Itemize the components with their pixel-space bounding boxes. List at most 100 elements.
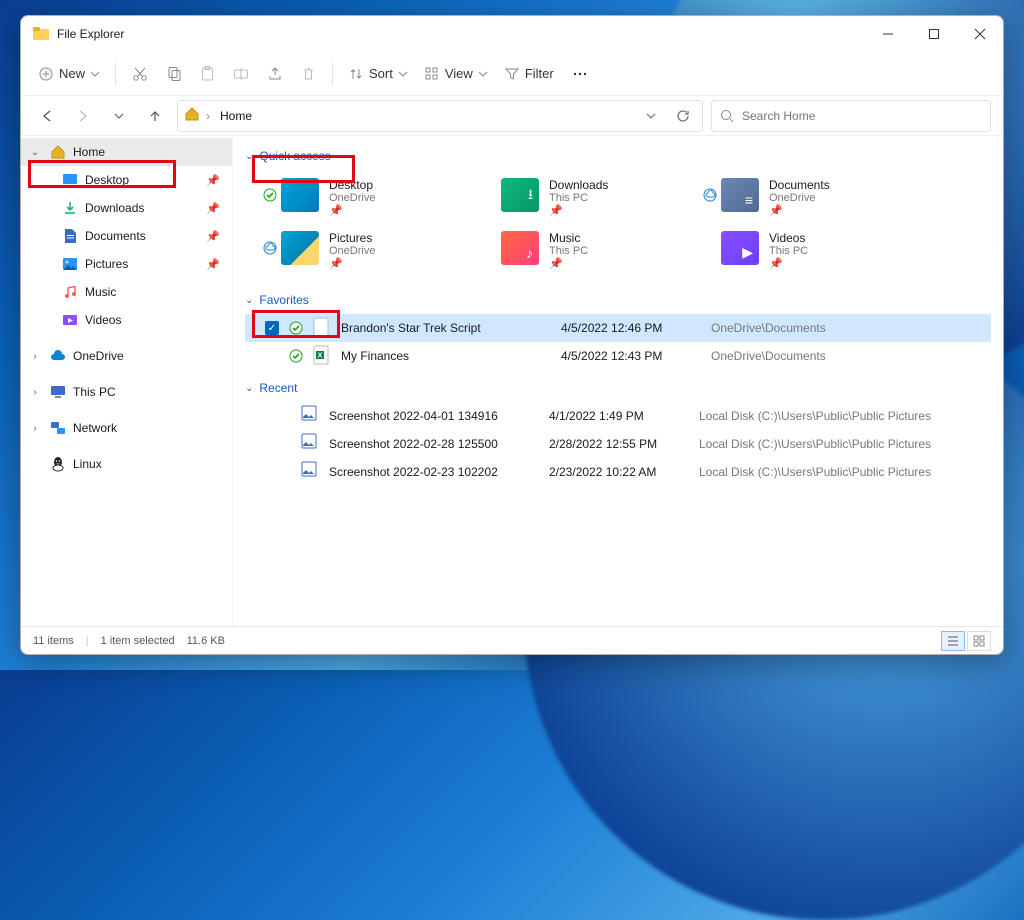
toolbar: New Sort View Filter xyxy=(21,52,1003,96)
more-button[interactable] xyxy=(564,58,596,90)
sidebar-item-desktop[interactable]: Desktop 📌 xyxy=(21,166,232,194)
favorite-row[interactable]: ✓ Brandon's Star Trek Script 4/5/2022 12… xyxy=(245,314,991,342)
chevron-down-icon: ⌄ xyxy=(245,151,253,162)
chevron-down-icon xyxy=(91,70,99,78)
pin-icon: 📌 xyxy=(329,257,375,270)
sidebar-item-videos[interactable]: Videos xyxy=(21,306,232,334)
qa-item-downloads[interactable]: ⭳ Downloads This PC 📌 xyxy=(501,178,701,217)
filter-label: Filter xyxy=(525,66,554,81)
file-name: Brandon's Star Trek Script xyxy=(341,321,551,335)
navigation-bar: › Home xyxy=(21,96,1003,136)
section-label: Favorites xyxy=(259,293,308,307)
file-location: Local Disk (C:)\Users\Public\Public Pict… xyxy=(699,437,931,451)
breadcrumb-home[interactable]: Home xyxy=(216,109,256,123)
recent-row[interactable]: Screenshot 2022-02-28 125500 2/28/2022 1… xyxy=(245,430,991,458)
folder-icon: ▶ xyxy=(721,231,759,265)
section-favorites[interactable]: ⌄ Favorites xyxy=(245,286,991,314)
file-name: My Finances xyxy=(341,349,551,363)
sidebar-item-home[interactable]: ⌄ Home xyxy=(21,138,232,166)
pin-icon: 📌 xyxy=(549,204,608,217)
sidebar-item-linux[interactable]: Linux xyxy=(21,450,232,478)
chevron-down-icon: ⌄ xyxy=(245,383,253,394)
forward-button[interactable] xyxy=(69,102,97,130)
file-date: 4/1/2022 1:49 PM xyxy=(549,409,689,423)
address-history-button[interactable] xyxy=(638,103,664,129)
sidebar-item-thispc[interactable]: › This PC xyxy=(21,378,232,406)
search-box[interactable] xyxy=(711,100,991,132)
status-item-count: 11 items xyxy=(33,635,74,647)
sidebar-item-label: Network xyxy=(73,421,117,435)
home-icon xyxy=(49,143,67,161)
cut-button[interactable] xyxy=(124,58,156,90)
qa-item-videos[interactable]: ▶ Videos This PC 📌 xyxy=(721,231,921,270)
sidebar-item-label: OneDrive xyxy=(73,349,124,363)
delete-button[interactable] xyxy=(293,58,324,90)
file-date: 2/28/2022 12:55 PM xyxy=(549,437,689,451)
minimize-button[interactable] xyxy=(865,16,911,52)
favorite-row[interactable]: X My Finances 4/5/2022 12:43 PM OneDrive… xyxy=(245,342,991,370)
file-name: Screenshot 2022-02-28 125500 xyxy=(329,437,539,451)
folder-icon xyxy=(281,178,319,212)
videos-icon xyxy=(61,311,79,329)
qa-location: OneDrive xyxy=(769,192,830,204)
qa-item-documents[interactable]: ≡ Documents OneDrive 📌 xyxy=(721,178,921,217)
cloud-icon xyxy=(49,347,67,365)
thumbnails-view-button[interactable] xyxy=(967,631,991,651)
filter-button[interactable]: Filter xyxy=(497,58,562,90)
crumb-separator: › xyxy=(206,109,210,123)
maximize-button[interactable] xyxy=(911,16,957,52)
rename-icon xyxy=(233,66,249,82)
sidebar-item-label: Desktop xyxy=(85,173,129,187)
sidebar-item-downloads[interactable]: Downloads 📌 xyxy=(21,194,232,222)
file-date: 4/5/2022 12:46 PM xyxy=(561,321,701,335)
arrow-right-icon xyxy=(76,109,90,123)
copy-button[interactable] xyxy=(158,58,190,90)
sidebar-item-documents[interactable]: Documents 📌 xyxy=(21,222,232,250)
checkbox-checked-icon[interactable]: ✓ xyxy=(265,321,279,335)
qa-item-music[interactable]: ♪ Music This PC 📌 xyxy=(501,231,701,270)
close-button[interactable] xyxy=(957,16,1003,52)
folder-icon: ≡ xyxy=(721,178,759,212)
up-button[interactable] xyxy=(141,102,169,130)
sidebar-item-onedrive[interactable]: › OneDrive xyxy=(21,342,232,370)
qa-name: Pictures xyxy=(329,231,375,245)
arrow-left-icon xyxy=(40,109,54,123)
recent-locations-button[interactable] xyxy=(105,102,133,130)
rename-button[interactable] xyxy=(225,58,257,90)
music-glyph-icon: ♪ xyxy=(526,245,533,261)
sidebar-item-music[interactable]: Music xyxy=(21,278,232,306)
synced-badge-icon xyxy=(289,349,303,363)
section-recent[interactable]: ⌄ Recent xyxy=(245,374,991,402)
cloud-badge-icon xyxy=(703,188,717,202)
plus-circle-icon xyxy=(39,67,53,81)
qa-item-pictures[interactable]: Pictures OneDrive 📌 xyxy=(281,231,481,270)
sidebar-item-pictures[interactable]: Pictures 📌 xyxy=(21,250,232,278)
doc-glyph-icon: ≡ xyxy=(745,192,753,208)
share-button[interactable] xyxy=(259,58,291,90)
view-button[interactable]: View xyxy=(417,58,495,90)
scissors-icon xyxy=(132,66,148,82)
section-quick-access[interactable]: ⌄ Quick access xyxy=(245,142,991,170)
filter-icon xyxy=(505,67,519,81)
image-file-icon xyxy=(301,405,319,427)
qa-item-desktop[interactable]: Desktop OneDrive 📌 xyxy=(281,178,481,217)
details-view-button[interactable] xyxy=(941,631,965,651)
file-date: 4/5/2022 12:43 PM xyxy=(561,349,701,363)
pin-icon: 📌 xyxy=(769,257,808,270)
sort-button[interactable]: Sort xyxy=(341,58,415,90)
address-bar[interactable]: › Home xyxy=(177,100,703,132)
back-button[interactable] xyxy=(33,102,61,130)
qa-name: Downloads xyxy=(549,178,608,192)
file-name: Screenshot 2022-04-01 134916 xyxy=(329,409,539,423)
new-button[interactable]: New xyxy=(31,58,107,90)
main-area: ⌄ Home Desktop 📌 Downloads 📌 Documents 📌 xyxy=(21,136,1003,626)
pictures-icon xyxy=(61,255,79,273)
paste-button[interactable] xyxy=(192,58,223,90)
sidebar-item-network[interactable]: › Network xyxy=(21,414,232,442)
recent-row[interactable]: Screenshot 2022-04-01 134916 4/1/2022 1:… xyxy=(245,402,991,430)
recent-row[interactable]: Screenshot 2022-02-23 102202 2/23/2022 1… xyxy=(245,458,991,486)
title-bar: File Explorer xyxy=(21,16,1003,52)
refresh-button[interactable] xyxy=(670,103,696,129)
music-icon xyxy=(61,283,79,301)
search-input[interactable] xyxy=(742,109,982,123)
